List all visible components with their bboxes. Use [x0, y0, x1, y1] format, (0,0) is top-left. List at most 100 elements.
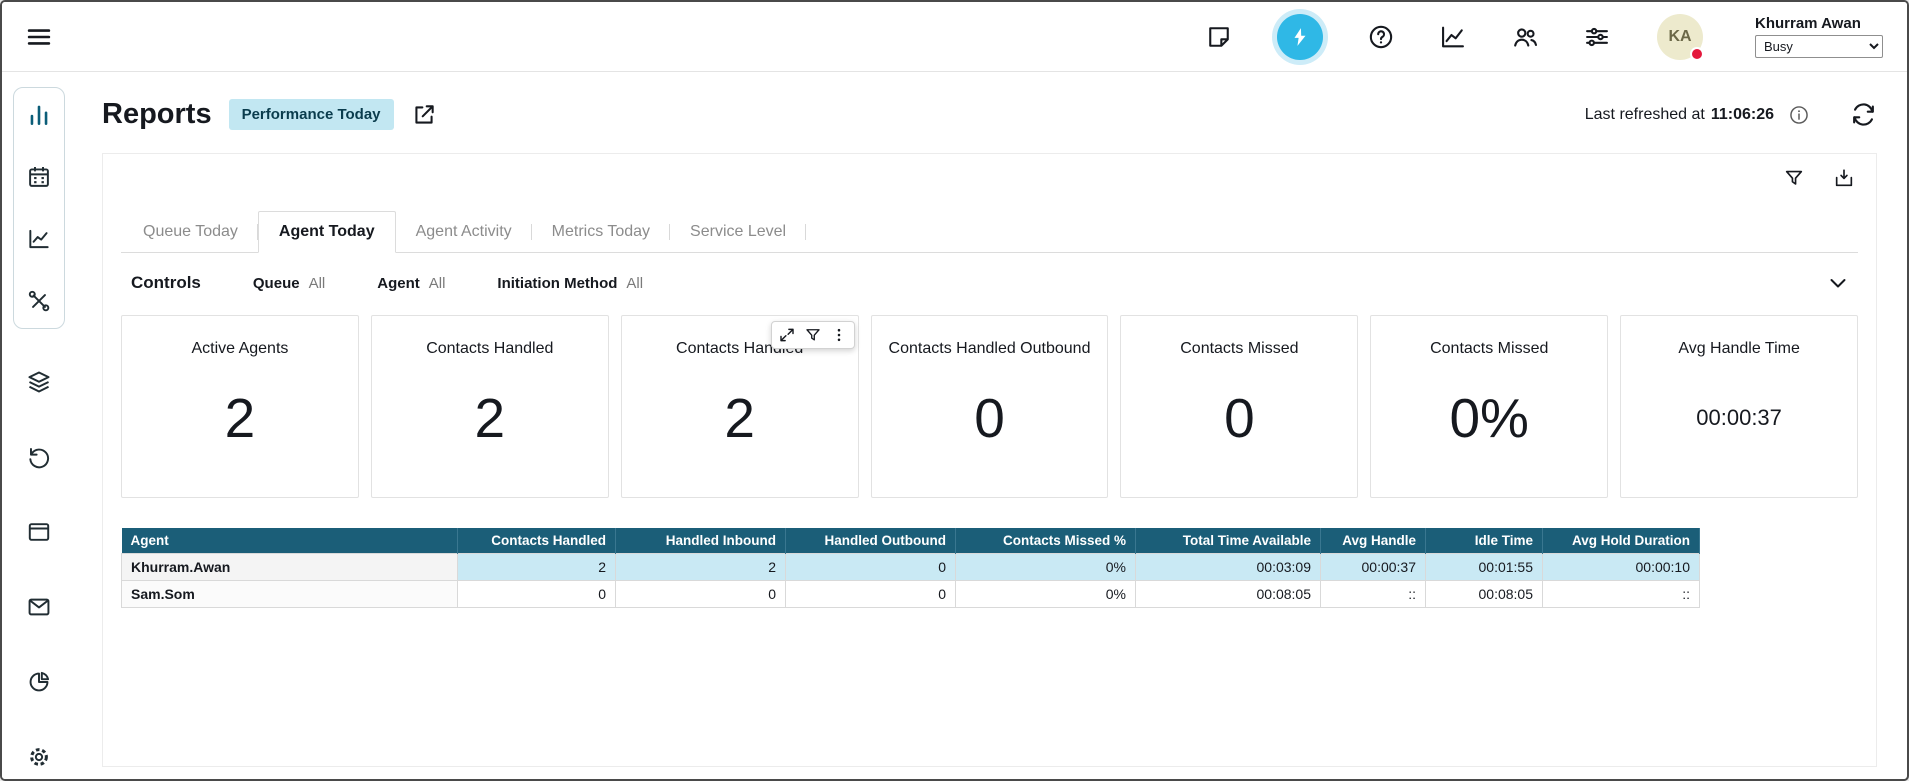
gear-icon[interactable]	[26, 744, 52, 770]
metric-card-contacts-handled-2: Contacts Handled 2	[621, 315, 859, 498]
controls-title: Controls	[131, 273, 201, 293]
metrics-icon[interactable]	[1439, 23, 1467, 51]
page-header: Reports Performance Today Last refreshed…	[102, 98, 1877, 131]
table-cell: 00:00:10	[1543, 554, 1700, 581]
tab-agent-activity[interactable]: Agent Activity	[396, 211, 532, 252]
flash-icon[interactable]	[1277, 14, 1323, 60]
controls-row: Controls QueueAll AgentAll Initiation Me…	[121, 253, 1858, 309]
sidebar	[2, 72, 76, 779]
metric-title: Active Agents	[191, 340, 288, 358]
column-header-handled-outbound[interactable]: Handled Outbound	[786, 528, 956, 554]
tab-queue-today[interactable]: Queue Today	[123, 211, 258, 252]
window-icon[interactable]	[26, 519, 52, 545]
filter-icon[interactable]	[804, 326, 822, 344]
sidebar-secondary	[26, 369, 52, 770]
tab-agent-today[interactable]: Agent Today	[258, 211, 396, 253]
metric-title: Contacts Handled Outbound	[889, 340, 1091, 358]
user-name: Khurram Awan	[1755, 15, 1883, 32]
metric-cards: Active Agents 2 Contacts Handled 2 Conta…	[121, 315, 1858, 498]
last-refreshed: Last refreshed at 11:06:26	[1585, 106, 1774, 124]
info-icon[interactable]	[1788, 104, 1810, 126]
column-header-idle-time[interactable]: Idle Time	[1426, 528, 1543, 554]
hamburger-menu-icon[interactable]	[22, 20, 56, 54]
tab-service-level[interactable]: Service Level	[670, 211, 806, 252]
metric-title: Contacts Handled	[426, 340, 553, 358]
notepad-icon[interactable]	[1205, 23, 1233, 51]
agent-name-cell: Khurram.Awan	[122, 554, 458, 581]
layers-icon[interactable]	[26, 369, 52, 395]
report-panel: Queue Today Agent Today Agent Activity M…	[102, 153, 1877, 767]
tools-icon[interactable]	[26, 288, 52, 314]
filter-queue[interactable]: QueueAll	[253, 275, 325, 292]
metric-title: Avg Handle Time	[1678, 340, 1800, 358]
metric-value: 2	[724, 358, 755, 497]
table-cell: 2	[616, 554, 786, 581]
avatar-initials: KA	[1668, 28, 1691, 46]
mail-icon[interactable]	[26, 594, 52, 620]
table-cell: 00:03:09	[1136, 554, 1321, 581]
table-cell: 0%	[956, 581, 1136, 608]
table-cell: 00:08:05	[1136, 581, 1321, 608]
kebab-menu-icon[interactable]	[830, 326, 848, 344]
agent-table: Agent Contacts Handled Handled Inbound H…	[121, 528, 1700, 608]
table-cell: 0	[786, 581, 956, 608]
column-header-avg-hold-duration[interactable]: Avg Hold Duration	[1543, 528, 1700, 554]
refresh-icon[interactable]	[1850, 101, 1877, 128]
table-cell: 0%	[956, 554, 1136, 581]
metric-value: 00:00:37	[1696, 358, 1782, 497]
table-row[interactable]: Khurram.Awan 2 2 0 0% 00:03:09 00:00:37 …	[122, 554, 1700, 581]
filter-agent[interactable]: AgentAll	[377, 275, 445, 292]
metric-value: 0	[1224, 358, 1255, 497]
agent-name-cell: Sam.Som	[122, 581, 458, 608]
refresh-area: Last refreshed at 11:06:26	[1585, 101, 1877, 128]
filter-initiation-method[interactable]: Initiation MethodAll	[497, 275, 643, 292]
app-window: KA Khurram Awan Busy	[0, 0, 1909, 781]
metric-card-active-agents: Active Agents 2	[121, 315, 359, 498]
filter-icon[interactable]	[1783, 167, 1805, 189]
status-dot	[1690, 47, 1704, 61]
table-header-row: Agent Contacts Handled Handled Inbound H…	[122, 528, 1700, 554]
bar-chart-icon[interactable]	[26, 102, 52, 128]
last-refreshed-time: 11:06:26	[1711, 106, 1774, 124]
user-info: Khurram Awan Busy	[1755, 15, 1883, 58]
column-header-agent[interactable]: Agent	[122, 528, 458, 554]
metric-value: 2	[474, 358, 505, 497]
pie-chart-icon[interactable]	[26, 669, 52, 695]
metric-card-contacts-missed-pct: Contacts Missed 0%	[1370, 315, 1608, 498]
report-badge[interactable]: Performance Today	[229, 99, 394, 130]
metric-card-contacts-handled-outbound: Contacts Handled Outbound 0	[871, 315, 1109, 498]
main-content: Reports Performance Today Last refreshed…	[76, 72, 1907, 779]
column-header-avg-handle[interactable]: Avg Handle	[1321, 528, 1426, 554]
download-icon[interactable]	[1833, 167, 1855, 189]
metric-title: Contacts Missed	[1180, 340, 1298, 358]
column-header-contacts-missed-pct[interactable]: Contacts Missed %	[956, 528, 1136, 554]
card-hover-toolbar	[771, 321, 855, 349]
metric-title: Contacts Missed	[1430, 340, 1548, 358]
users-icon[interactable]	[1511, 23, 1539, 51]
page-title: Reports	[102, 98, 212, 131]
table-cell: ::	[1543, 581, 1700, 608]
table-row[interactable]: Sam.Som 0 0 0 0% 00:08:05 :: 00:08:05 ::	[122, 581, 1700, 608]
table-cell: 0	[616, 581, 786, 608]
column-header-handled-inbound[interactable]: Handled Inbound	[616, 528, 786, 554]
avatar[interactable]: KA	[1657, 14, 1703, 60]
chevron-down-icon[interactable]	[1826, 271, 1850, 295]
expand-icon[interactable]	[778, 326, 796, 344]
column-header-contacts-handled[interactable]: Contacts Handled	[458, 528, 616, 554]
calendar-icon[interactable]	[26, 164, 52, 190]
tab-metrics-today[interactable]: Metrics Today	[532, 211, 670, 252]
table-cell: 0	[458, 581, 616, 608]
help-icon[interactable]	[1367, 23, 1395, 51]
line-chart-icon[interactable]	[26, 226, 52, 252]
history-icon[interactable]	[26, 444, 52, 470]
metric-value: 0	[974, 358, 1005, 497]
table-cell: 00:01:55	[1426, 554, 1543, 581]
metric-card-contacts-handled: Contacts Handled 2	[371, 315, 609, 498]
table-cell: 00:08:05	[1426, 581, 1543, 608]
sidebar-group	[13, 87, 65, 329]
external-link-icon[interactable]	[411, 102, 437, 128]
sliders-icon[interactable]	[1583, 23, 1611, 51]
report-tabs: Queue Today Agent Today Agent Activity M…	[121, 211, 1858, 253]
status-select[interactable]: Busy	[1755, 35, 1883, 58]
column-header-total-time-available[interactable]: Total Time Available	[1136, 528, 1321, 554]
